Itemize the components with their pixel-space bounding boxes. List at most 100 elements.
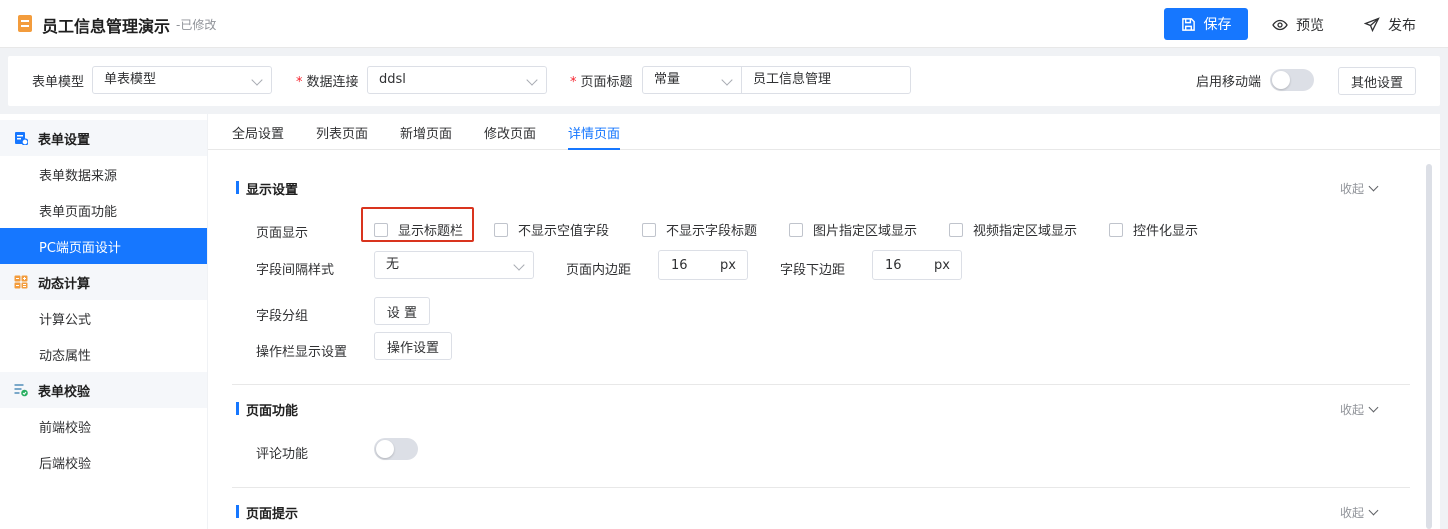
sidebar-group-dynamic-calc[interactable]: 动态计算 <box>0 264 207 300</box>
collapse-display-button[interactable]: 收起 <box>1340 180 1379 197</box>
section-divider <box>232 487 1410 488</box>
app-header: 员工信息管理演示 -已修改 保存 预览 发布 <box>0 0 1448 48</box>
data-conn-select[interactable]: ddsl <box>367 66 547 94</box>
publish-button[interactable]: 发布 <box>1364 15 1416 35</box>
page-title-type-select[interactable]: 常量 <box>642 66 742 94</box>
page-padding-input[interactable]: 16 px <box>658 250 748 280</box>
document-icon <box>18 15 32 32</box>
save-button[interactable]: 保存 <box>1164 8 1248 40</box>
sidebar-item-frontend-validation[interactable]: 前端校验 <box>0 408 207 444</box>
field-margin-unit: px <box>934 258 950 273</box>
checkbox-box[interactable] <box>949 222 963 237</box>
page-title-input[interactable]: 员工信息管理 <box>741 66 911 94</box>
sidebar-item-pc-page-design[interactable]: PC端页面设计 <box>0 228 207 264</box>
checkbox-hide-field-titles[interactable]: 不显示字段标题 <box>642 220 757 239</box>
preview-label: 预览 <box>1296 18 1324 34</box>
tab-list-page[interactable]: 列表页面 <box>316 123 368 150</box>
form-settings-icon <box>14 131 29 146</box>
field-group-settings-button[interactable]: 设 置 <box>374 297 430 325</box>
chevron-down-icon <box>513 259 525 271</box>
section-title-display: 显示设置 <box>236 179 298 198</box>
section-title-hint: 页面提示 <box>236 503 298 522</box>
checkbox-box[interactable] <box>374 222 388 237</box>
form-model-label: 表单模型 <box>32 75 85 90</box>
save-icon <box>1181 17 1195 31</box>
checkbox-image-area-display[interactable]: 图片指定区域显示 <box>789 220 917 239</box>
send-icon <box>1364 17 1380 33</box>
checkbox-control-display[interactable]: 控件化显示 <box>1109 220 1198 239</box>
sidebar-group-label: 表单设置 <box>38 132 91 148</box>
page-tabs: 全局设置 列表页面 新增页面 修改页面 详情页面 <box>208 114 1440 150</box>
tab-detail-page[interactable]: 详情页面 <box>568 123 621 150</box>
field-margin-label: 字段下边距 <box>780 263 846 278</box>
page-padding-unit: px <box>720 258 736 273</box>
spacing-style-value: 无 <box>386 257 400 272</box>
sidebar-group-label: 动态计算 <box>38 276 91 292</box>
vertical-scrollbar[interactable] <box>1426 164 1432 529</box>
sidebar-item-form-data-source[interactable]: 表单数据来源 <box>0 156 207 192</box>
checkbox-label: 不显示空值字段 <box>518 224 610 239</box>
checkbox-box[interactable] <box>494 222 508 237</box>
checkbox-box[interactable] <box>1109 222 1123 237</box>
field-group-label: 字段分组 <box>256 309 309 324</box>
checkbox-hide-empty-fields[interactable]: 不显示空值字段 <box>494 220 609 239</box>
collapse-label: 收起 <box>1340 403 1365 417</box>
action-bar-label: 操作栏显示设置 <box>256 345 348 360</box>
page-title-value: 员工信息管理 <box>753 72 832 87</box>
page-title-label: * 页面标题 <box>570 75 633 90</box>
form-model-select[interactable]: 单表模型 <box>92 66 272 94</box>
collapse-label: 收起 <box>1340 182 1365 196</box>
collapse-function-button[interactable]: 收起 <box>1340 401 1379 418</box>
preview-button[interactable]: 预览 <box>1272 15 1324 35</box>
sidebar-item-dynamic-attr[interactable]: 动态属性 <box>0 336 207 372</box>
spacing-style-select[interactable]: 无 <box>374 251 534 279</box>
sidebar-item-form-page-function[interactable]: 表单页面功能 <box>0 192 207 228</box>
app-title: 员工信息管理演示 <box>42 17 171 36</box>
chevron-down-icon <box>721 74 733 86</box>
modified-status: -已修改 <box>176 18 217 32</box>
sidebar-item-formula[interactable]: 计算公式 <box>0 300 207 336</box>
comment-label: 评论功能 <box>256 447 309 462</box>
checkbox-label: 图片指定区域显示 <box>813 224 918 239</box>
checkbox-show-title-bar[interactable]: 显示标题栏 <box>374 220 463 239</box>
chevron-down-icon <box>1368 402 1379 413</box>
comment-toggle[interactable] <box>374 438 418 460</box>
spacing-style-label: 字段间隔样式 <box>256 263 335 278</box>
section-divider <box>232 384 1410 385</box>
page-padding-label: 页面内边距 <box>566 263 632 278</box>
form-model-value: 单表模型 <box>104 72 157 87</box>
chevron-down-icon <box>526 74 538 86</box>
chevron-down-icon <box>1368 181 1379 192</box>
section-title-function: 页面功能 <box>236 400 298 419</box>
save-label: 保存 <box>1203 17 1232 33</box>
collapse-hint-button[interactable]: 收起 <box>1340 504 1379 521</box>
checkbox-box[interactable] <box>642 222 656 237</box>
tab-edit-page[interactable]: 修改页面 <box>484 123 536 150</box>
checkbox-video-area-display[interactable]: 视频指定区域显示 <box>949 220 1077 239</box>
field-margin-input[interactable]: 16 px <box>872 250 962 280</box>
checkbox-label: 不显示字段标题 <box>666 224 758 239</box>
field-margin-value: 16 <box>885 258 902 273</box>
page-padding-value: 16 <box>671 258 688 273</box>
mobile-label: 启用移动端 <box>1196 75 1262 90</box>
sidebar-group-label: 表单校验 <box>38 384 91 400</box>
sidebar-group-form-settings[interactable]: 表单设置 <box>0 120 207 156</box>
sidebar-item-backend-validation[interactable]: 后端校验 <box>0 444 207 480</box>
action-settings-button[interactable]: 操作设置 <box>374 332 452 360</box>
main-panel: 全局设置 列表页面 新增页面 修改页面 详情页面 显示设置 收起 页面显示 显示… <box>208 114 1440 529</box>
tab-add-page[interactable]: 新增页面 <box>400 123 452 150</box>
tab-global-settings[interactable]: 全局设置 <box>232 123 284 150</box>
checkbox-label: 视频指定区域显示 <box>973 224 1078 239</box>
checkbox-label: 显示标题栏 <box>398 224 464 239</box>
validate-icon <box>14 383 28 397</box>
sidebar-group-validation[interactable]: 表单校验 <box>0 372 207 408</box>
publish-label: 发布 <box>1388 18 1416 34</box>
page-display-label: 页面显示 <box>256 226 309 241</box>
checkbox-box[interactable] <box>789 222 803 237</box>
sidebar: 表单设置 表单数据来源 表单页面功能 PC端页面设计 动态计算 计算公式 动态属… <box>0 114 207 529</box>
calculate-icon <box>14 275 28 289</box>
eye-icon <box>1272 19 1288 31</box>
checkbox-label: 控件化显示 <box>1133 224 1199 239</box>
mobile-toggle[interactable] <box>1270 69 1314 91</box>
other-settings-button[interactable]: 其他设置 <box>1338 67 1416 95</box>
